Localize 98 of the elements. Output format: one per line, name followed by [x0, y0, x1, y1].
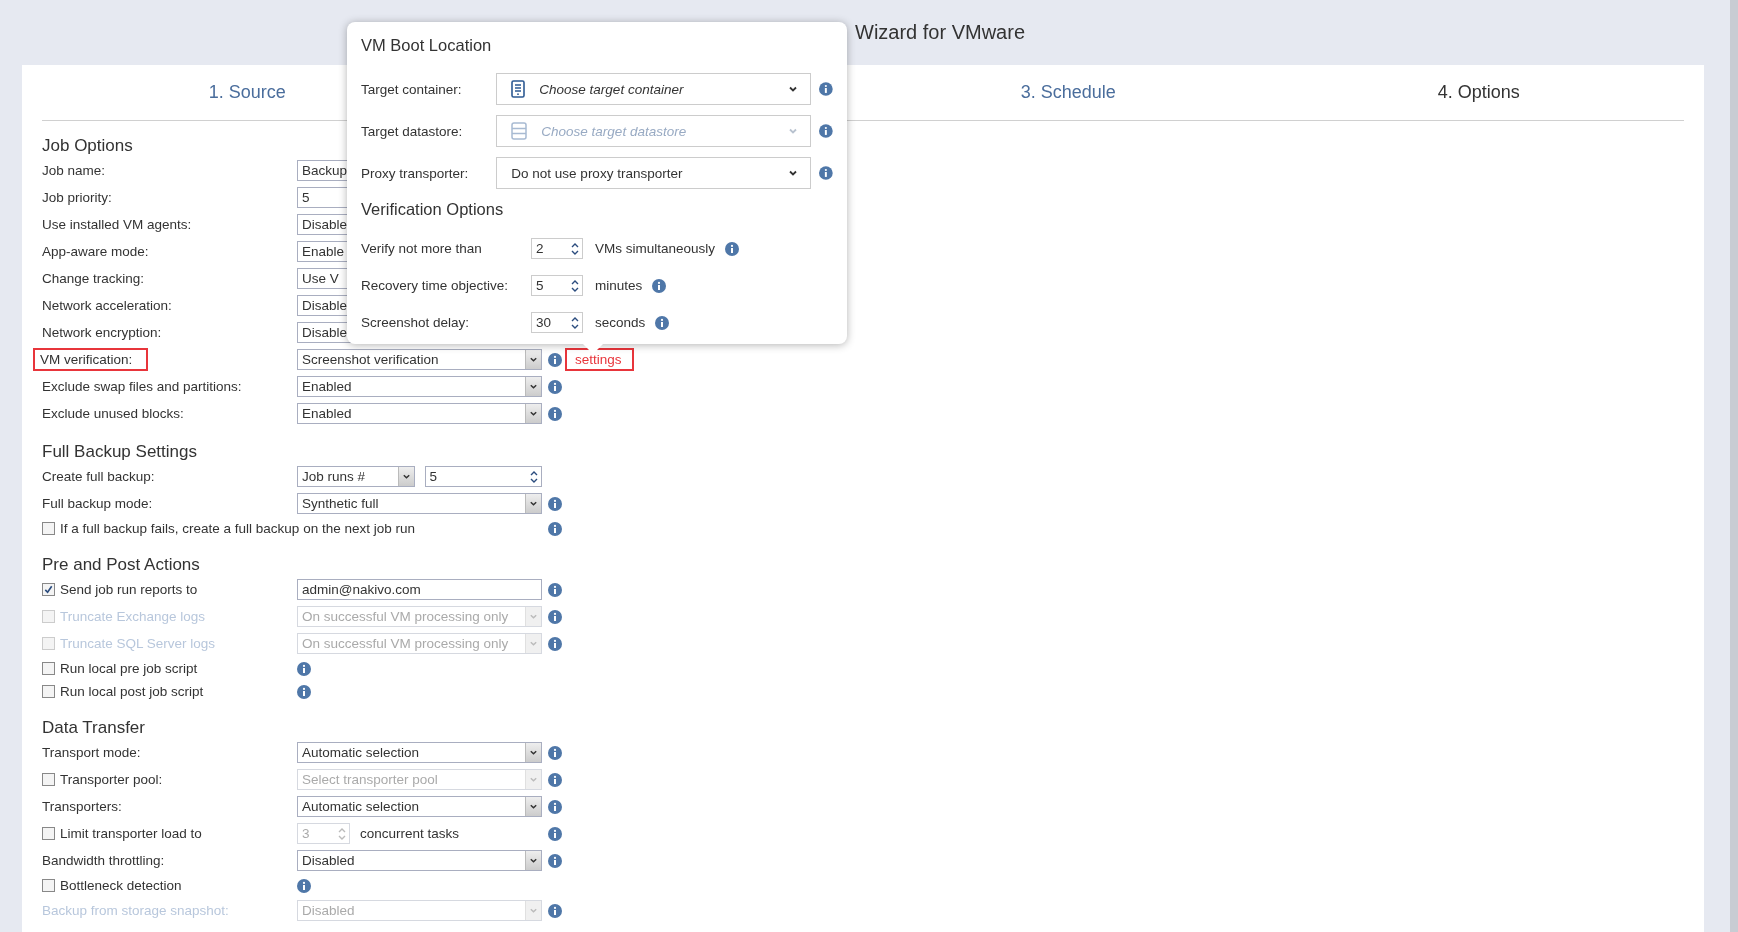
info-icon[interactable]	[297, 661, 311, 676]
info-icon[interactable]	[547, 799, 562, 814]
field-label: Verify not more than	[361, 241, 483, 256]
document-icon	[511, 80, 526, 98]
chevron-down-icon[interactable]	[529, 382, 538, 391]
number-field[interactable]: 5	[531, 275, 583, 296]
field-label: Job priority:	[42, 189, 112, 206]
info-icon[interactable]	[547, 582, 562, 597]
settings-link[interactable]: settings	[567, 350, 632, 369]
field-label: Create full backup:	[42, 468, 155, 485]
checkbox-label[interactable]: Send job run reports to	[60, 581, 198, 598]
checkbox[interactable]	[42, 583, 55, 596]
section-heading: Pre and Post Actions	[42, 555, 200, 575]
checkbox[interactable]	[42, 662, 55, 675]
checkbox[interactable]	[42, 827, 55, 840]
checkbox[interactable]	[42, 685, 55, 698]
number-field[interactable]: 2	[531, 238, 583, 259]
checkbox-label[interactable]: Run local pre job script	[60, 660, 198, 677]
text-field[interactable]: admin@nakivo.com	[297, 579, 542, 600]
info-icon[interactable]	[547, 496, 562, 511]
unit-label: VMs simultaneously	[595, 241, 716, 256]
dropdown[interactable]: Synthetic full	[297, 493, 542, 514]
info-icon[interactable]	[547, 826, 562, 841]
checkbox[interactable]	[42, 879, 55, 892]
field-label: Network encryption:	[42, 324, 162, 341]
chevron-down-icon[interactable]	[788, 168, 799, 178]
checkbox-label[interactable]: Run local post job script	[60, 683, 204, 700]
field-label: Recovery time objective:	[361, 278, 510, 293]
dropdown[interactable]: Enabled	[297, 403, 542, 424]
section-heading: Job Options	[42, 136, 133, 156]
dropdown[interactable]: Disabled	[297, 850, 542, 871]
checkbox-label[interactable]: Transporter pool:	[60, 771, 163, 788]
field-label: Transporters:	[42, 798, 122, 815]
field-label: Backup from storage snapshot:	[42, 902, 229, 919]
unit-label: minutes	[595, 278, 643, 293]
info-icon[interactable]	[652, 278, 667, 293]
chevron-down-icon[interactable]	[529, 802, 538, 811]
wizard-step-tab[interactable]: 1. Source	[208, 82, 286, 103]
field-label: Exclude unused blocks:	[42, 405, 184, 422]
dropdown[interactable]: Choose target container	[496, 73, 812, 105]
chevron-down-icon[interactable]	[529, 856, 538, 865]
info-icon[interactable]	[547, 352, 562, 367]
field-label: Change tracking:	[42, 270, 145, 287]
field-label: Exclude swap files and partitions:	[42, 378, 242, 395]
dropdown[interactable]: Do not use proxy transporter	[496, 157, 812, 189]
field-label: Target container:	[361, 81, 463, 97]
field-label: Screenshot delay:	[361, 315, 471, 330]
scrollbar[interactable]	[1730, 0, 1738, 932]
field-label: Target datastore:	[361, 123, 464, 139]
info-icon[interactable]	[819, 166, 833, 180]
checkbox-label[interactable]: If a full backup fails, create a full backup on the next job run	[60, 520, 415, 537]
section-heading: Full Backup Settings	[42, 442, 197, 462]
unit-label: seconds	[595, 315, 646, 330]
dropdown[interactable]: Job runs #	[297, 466, 415, 487]
field-label: VM verification:	[35, 350, 147, 369]
field-label: Job name:	[42, 162, 106, 179]
chevron-down-icon[interactable]	[529, 355, 538, 364]
field-label: Use installed VM agents:	[42, 216, 192, 233]
dropdown[interactable]: Screenshot verification	[297, 349, 542, 370]
wizard-step-tab[interactable]: 4. Options	[1437, 82, 1520, 103]
storage-icon	[511, 122, 528, 140]
number-field[interactable]: 30	[531, 312, 583, 333]
info-icon[interactable]	[819, 82, 833, 96]
checkbox[interactable]	[42, 773, 55, 786]
field-label: App-aware mode:	[42, 243, 149, 260]
dropdown[interactable]: Automatic selection	[297, 796, 542, 817]
dropdown[interactable]: Enabled	[297, 376, 542, 397]
chevron-down-icon[interactable]	[401, 472, 411, 481]
popup-heading: Verification Options	[361, 200, 504, 218]
window-title: Wizard for VMware	[855, 21, 1026, 44]
number-field[interactable]: 5	[424, 466, 542, 487]
field-label: Network acceleration:	[42, 297, 172, 314]
checkbox[interactable]	[42, 522, 55, 535]
field-label: Transport mode:	[42, 744, 141, 761]
chevron-down-icon[interactable]	[788, 84, 799, 94]
unit-label: concurrent tasks	[360, 826, 460, 841]
info-icon[interactable]	[725, 241, 740, 256]
info-icon[interactable]	[547, 853, 562, 868]
checkbox-label[interactable]: Limit transporter load to	[60, 825, 202, 842]
info-icon[interactable]	[547, 521, 562, 536]
wizard-step-tab[interactable]: 3. Schedule	[1020, 82, 1116, 103]
info-icon[interactable]	[547, 406, 562, 421]
section-heading: Data Transfer	[42, 718, 145, 738]
chevron-down-icon[interactable]	[529, 409, 538, 418]
popup-heading: VM Boot Location	[361, 36, 492, 54]
checkbox-label[interactable]: Bottleneck detection	[60, 877, 182, 894]
info-icon[interactable]	[547, 745, 562, 760]
chevron-down-icon[interactable]	[529, 499, 538, 508]
field-label: Full backup mode:	[42, 495, 153, 512]
field-label: Bandwidth throttling:	[42, 852, 165, 869]
info-icon[interactable]	[547, 379, 562, 394]
info-icon[interactable]	[547, 772, 562, 787]
info-icon[interactable]	[297, 878, 311, 893]
field-label: Proxy transporter:	[361, 165, 470, 181]
info-icon[interactable]	[297, 684, 311, 699]
chevron-down-icon[interactable]	[529, 748, 538, 757]
info-icon[interactable]	[655, 315, 670, 330]
dropdown[interactable]: Automatic selection	[297, 742, 542, 763]
